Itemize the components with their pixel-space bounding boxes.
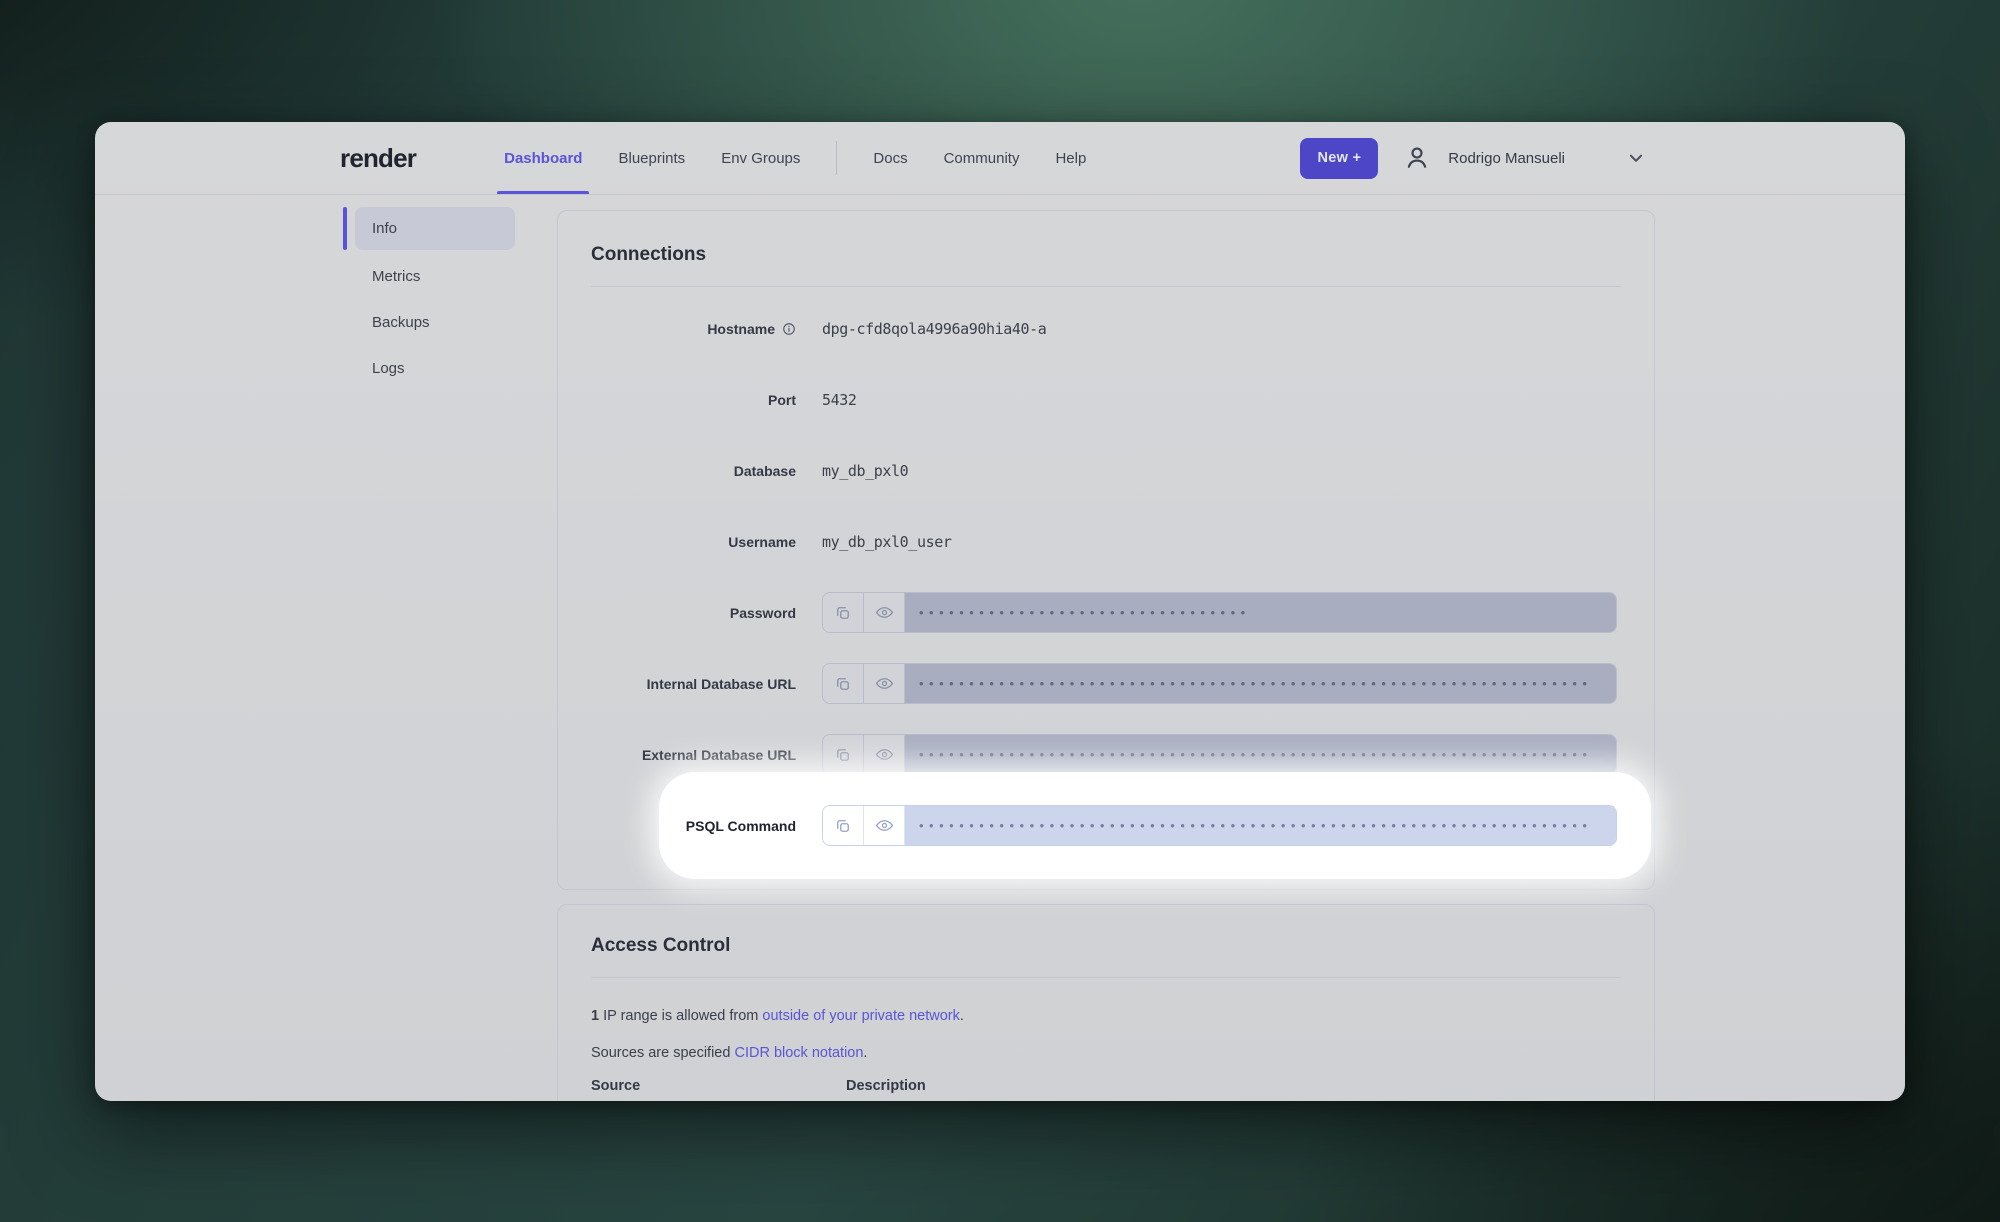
hostname-label-text: Hostname [707, 321, 775, 337]
password-row: Password [591, 577, 1621, 648]
password-secret-group: ••••••••••••••••••••••••••••••••• [822, 592, 1617, 633]
psql-command-row-spotlight: PSQL Command [591, 790, 1621, 861]
user-avatar-icon[interactable] [1402, 143, 1432, 173]
section-divider [591, 286, 1621, 287]
password-mask: ••••••••••••••••••••••••••••••••• [919, 606, 1251, 619]
psql-command-label: PSQL Command [591, 818, 796, 834]
sidebar-item-metrics[interactable]: Metrics [355, 253, 515, 299]
eye-icon[interactable] [864, 664, 905, 703]
description-column-header: Description [846, 1078, 926, 1094]
user-name: Rodrigo Mansueli [1448, 150, 1565, 167]
psql-command-mask: ••••••••••••••••••••••••••••••••••••••••… [919, 819, 1592, 832]
password-masked-field[interactable]: ••••••••••••••••••••••••••••••••• [905, 593, 1616, 632]
eye-icon[interactable] [864, 806, 905, 845]
hostname-label: Hostname [591, 321, 796, 337]
sidebar: Info Metrics Backups Logs [355, 207, 515, 1101]
sidebar-item-logs[interactable]: Logs [355, 345, 515, 391]
sources-text-suffix: . [863, 1045, 867, 1061]
database-row: Database my_db_pxl0 [591, 435, 1621, 506]
internal-url-secret-group: ••••••••••••••••••••••••••••••••••••••••… [822, 663, 1617, 704]
port-label: Port [591, 392, 796, 408]
nav-divider [836, 141, 837, 175]
copy-icon[interactable] [823, 664, 864, 703]
psql-command-secret-group: ••••••••••••••••••••••••••••••••••••••••… [822, 805, 1617, 846]
copy-icon[interactable] [823, 806, 864, 845]
chevron-down-icon[interactable] [1627, 149, 1645, 167]
database-label: Database [591, 463, 796, 479]
psql-command-masked-field[interactable]: ••••••••••••••••••••••••••••••••••••••••… [905, 806, 1616, 845]
info-icon[interactable] [782, 322, 796, 336]
nav-blueprints[interactable]: Blueprints [618, 122, 685, 194]
nav-dashboard[interactable]: Dashboard [504, 122, 582, 194]
password-label: Password [591, 605, 796, 621]
eye-icon[interactable] [864, 735, 905, 774]
database-value: my_db_pxl0 [822, 462, 908, 480]
external-url-masked-field[interactable]: ••••••••••••••••••••••••••••••••••••••••… [905, 735, 1616, 774]
sources-text-body: Sources are specified [591, 1045, 734, 1061]
connection-rows: Hostname dpg-cfd8qola4996a90hia40-a Port… [591, 293, 1621, 861]
primary-nav: Dashboard Blueprints Env Groups Docs Com… [504, 122, 1086, 194]
copy-icon[interactable] [823, 593, 864, 632]
port-value: 5432 [822, 391, 857, 409]
sidebar-item-backups[interactable]: Backups [355, 299, 515, 345]
new-button[interactable]: New + [1300, 138, 1378, 179]
ip-range-count: 1 [591, 1008, 599, 1024]
ip-range-text-body: IP range is allowed from [599, 1008, 762, 1024]
eye-icon[interactable] [864, 593, 905, 632]
sidebar-item-info[interactable]: Info [355, 207, 515, 250]
port-row: Port 5432 [591, 364, 1621, 435]
username-value: my_db_pxl0_user [822, 533, 951, 551]
main-content: Connections Hostname dpg-cfd8qola4 [557, 207, 1655, 1101]
external-url-secret-group: ••••••••••••••••••••••••••••••••••••••••… [822, 734, 1617, 775]
access-control-card: Access Control 1 IP range is allowed fro… [557, 904, 1655, 1101]
nav-docs[interactable]: Docs [873, 122, 907, 194]
page-body: Info Metrics Backups Logs Connections Ho… [95, 195, 1905, 1101]
nav-community[interactable]: Community [944, 122, 1020, 194]
hostname-value: dpg-cfd8qola4996a90hia40-a [822, 320, 1046, 338]
username-row: Username my_db_pxl0_user [591, 506, 1621, 577]
internal-url-masked-field[interactable]: ••••••••••••••••••••••••••••••••••••••••… [905, 664, 1616, 703]
ip-range-text: 1 IP range is allowed from outside of yo… [591, 1008, 1621, 1024]
hostname-row: Hostname dpg-cfd8qola4996a90hia40-a [591, 293, 1621, 364]
connections-card: Connections Hostname dpg-cfd8qola4 [557, 210, 1655, 890]
internal-url-row: Internal Database URL [591, 648, 1621, 719]
app-window: render Dashboard Blueprints Env Groups D… [95, 122, 1905, 1101]
internal-url-label: Internal Database URL [591, 676, 796, 692]
external-url-mask: ••••••••••••••••••••••••••••••••••••••••… [919, 748, 1592, 761]
nav-help[interactable]: Help [1055, 122, 1086, 194]
username-label: Username [591, 534, 796, 550]
internal-url-mask: ••••••••••••••••••••••••••••••••••••••••… [919, 677, 1592, 690]
connections-title: Connections [591, 244, 1621, 266]
section-divider [591, 977, 1621, 978]
sources-text: Sources are specified CIDR block notatio… [591, 1045, 1621, 1061]
nav-env-groups[interactable]: Env Groups [721, 122, 800, 194]
access-table-header-row: Source Description [591, 1078, 1621, 1094]
ip-range-text-suffix: . [960, 1008, 964, 1024]
top-navigation-bar: render Dashboard Blueprints Env Groups D… [95, 122, 1905, 195]
access-control-title: Access Control [591, 935, 1621, 957]
cidr-notation-link[interactable]: CIDR block notation [734, 1045, 863, 1061]
render-logo: render [340, 143, 416, 174]
external-url-label: External Database URL [591, 747, 796, 763]
private-network-link[interactable]: outside of your private network [762, 1008, 959, 1024]
source-column-header: Source [591, 1078, 846, 1094]
copy-icon[interactable] [823, 735, 864, 774]
